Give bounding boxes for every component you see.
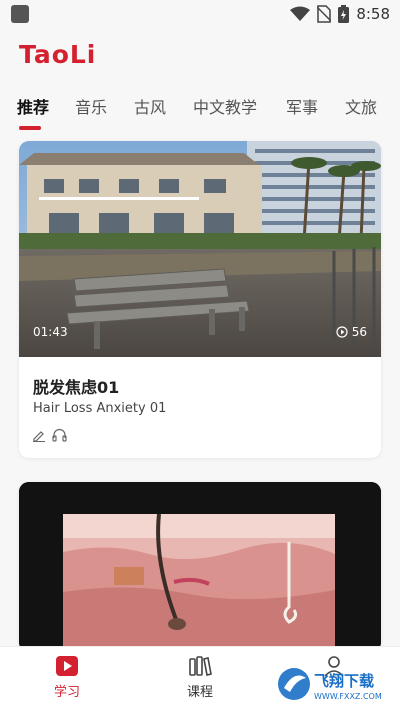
app-screen: 8:58 TaoLi 推荐 音乐 古风 中文教学 军事 文旅 01:43 56 …	[0, 0, 400, 710]
svg-text:飞翔下载: 飞翔下载	[314, 672, 374, 690]
pencil-icon[interactable]	[32, 428, 46, 442]
play-circle-icon	[336, 326, 348, 338]
wifi-icon	[290, 6, 311, 21]
no-sim-icon	[317, 5, 332, 23]
tab-label: 中文教学	[193, 98, 258, 117]
card-actions	[32, 428, 67, 442]
video-title[interactable]: 脱发焦虑01	[33, 374, 119, 398]
tab-recommended[interactable]: 推荐	[17, 94, 50, 130]
battery-charging-icon	[338, 5, 350, 23]
tab-military[interactable]: 军事	[286, 94, 318, 124]
category-tabs: 推荐 音乐 古风 中文教学 军事 文旅	[0, 94, 400, 134]
view-count: 56	[336, 325, 367, 339]
nav-learn[interactable]: 学习	[37, 655, 97, 700]
notification-icon	[11, 5, 29, 23]
app-title: TaoLi	[19, 40, 97, 69]
tab-ancient-style[interactable]: 古风	[134, 94, 166, 124]
tab-label: 军事	[286, 98, 319, 117]
video-thumbnail[interactable]: 01:43 56	[19, 141, 381, 357]
tab-label: 文旅	[345, 98, 378, 117]
tab-culture-tourism[interactable]: 文旅	[345, 94, 377, 124]
headphones-icon[interactable]	[52, 428, 67, 442]
nav-course-label: 课程	[186, 685, 213, 700]
tab-chinese-teaching[interactable]: 中文教学	[193, 94, 257, 124]
video-card[interactable]	[19, 482, 381, 652]
nav-course[interactable]: 课程	[170, 655, 230, 700]
video-subtitle: Hair Loss Anxiety 01	[33, 401, 167, 416]
active-tab-indicator	[19, 126, 41, 130]
video-duration: 01:43	[33, 325, 68, 339]
tab-label: 音乐	[75, 98, 108, 117]
status-bar: 8:58	[0, 0, 400, 28]
nav-learn-label: 学习	[53, 685, 80, 700]
books-icon	[189, 656, 212, 676]
skin-hair-follicle-image	[19, 482, 381, 652]
beach-boardwalk-image	[19, 141, 381, 357]
tab-music[interactable]: 音乐	[75, 94, 107, 124]
status-time: 8:58	[356, 5, 390, 23]
svg-text:WWW.FXXZ.COM: WWW.FXXZ.COM	[314, 692, 382, 701]
tab-label: 推荐	[17, 98, 50, 117]
play-button-icon	[56, 656, 78, 676]
view-count-value: 56	[351, 325, 367, 339]
watermark-logo: 飞翔下载 WWW.FXXZ.COM	[276, 664, 396, 704]
tab-label: 古风	[134, 98, 167, 117]
video-card[interactable]: 01:43 56 脱发焦虑01 Hair Loss Anxiety 01	[19, 141, 381, 458]
